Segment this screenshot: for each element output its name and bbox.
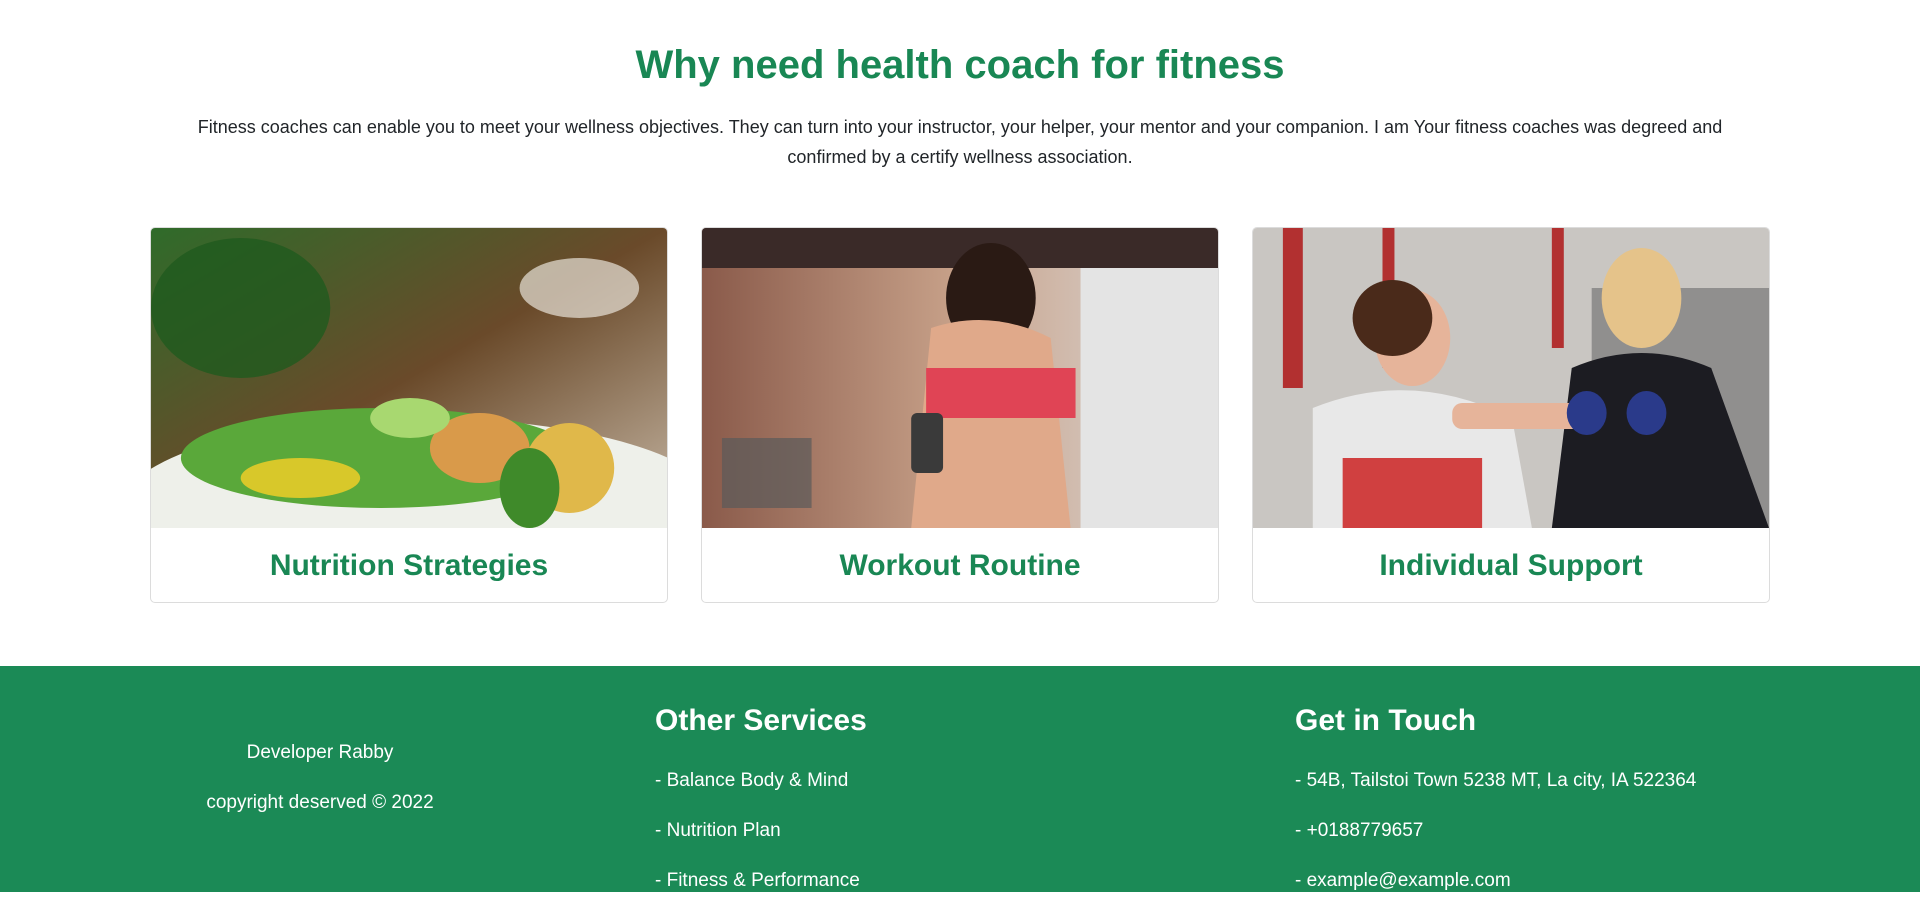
salad-photo [151,228,667,528]
footer-brand: Developer Rabby copyright deserved © 202… [190,728,450,828]
section-description: Fitness coaches can enable you to meet y… [197,117,1723,167]
section-title: Why need health coach for fitness [635,43,1285,87]
card-individual-support[interactable]: Individual Support [1252,227,1770,603]
developer-credit: Developer Rabby [246,742,394,763]
contact-list: - 54B, Tailstoi Town 5238 MT, La city, I… [1295,756,1696,906]
service-link-fitness[interactable]: - Fitness & Performance [655,856,867,906]
card-title: Individual Support [1379,549,1643,582]
runner-photo [702,228,1218,528]
footer-contact: Get in Touch - 54B, Tailstoi Town 5238 M… [1295,686,1696,906]
site-footer: Developer Rabby copyright deserved © 202… [0,666,1920,892]
contact-email[interactable]: - example@example.com [1295,856,1696,906]
card-nutrition-strategies[interactable]: Nutrition Strategies [150,227,668,603]
card-title: Nutrition Strategies [269,549,549,582]
copyright-text: copyright deserved © 2022 [206,792,434,813]
service-link-balance[interactable]: - Balance Body & Mind [655,756,867,806]
contact-address: - 54B, Tailstoi Town 5238 MT, La city, I… [1295,770,1697,791]
service-link-nutrition[interactable]: - Nutrition Plan [655,806,867,856]
contact-heading: Get in Touch [1295,704,1477,737]
card-workout-routine[interactable]: Workout Routine [701,227,1219,603]
footer-services: Other Services - Balance Body & Mind - N… [655,686,867,906]
services-heading: Other Services [655,704,867,737]
card-title: Workout Routine [839,549,1081,582]
contact-phone[interactable]: - +0188779657 [1295,806,1696,856]
trainer-photo [1253,228,1769,528]
service-cards: Nutrition Strategies Workout Routine Ind… [150,227,1770,603]
intro-section: Why need health coach for fitness Fitnes… [0,0,1920,172]
services-list: - Balance Body & Mind - Nutrition Plan -… [655,756,867,906]
